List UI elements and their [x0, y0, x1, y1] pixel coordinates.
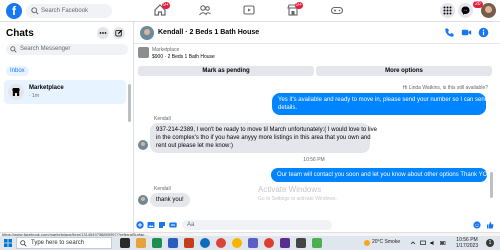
activate-windows-subtitle: Go to Settings to activate Windows.: [258, 196, 337, 202]
sender-name: Kendall: [154, 116, 171, 122]
listing-detail: $900 · 2 Beds 1 Bath House: [152, 54, 215, 60]
network-icon[interactable]: [420, 240, 426, 246]
sidebar-scrollbar[interactable]: [128, 84, 131, 122]
top-navigation-bar: f Search Facebook 9+ 9+ 20: [0, 0, 500, 22]
outgoing-message[interactable]: Our team will contact you soon and let y…: [271, 168, 492, 182]
message-line: in the complex's tho if you have anyyy m…: [156, 135, 371, 141]
search-icon: [20, 240, 27, 247]
powerpoint-icon[interactable]: [184, 238, 194, 248]
message-input[interactable]: Aa: [182, 220, 332, 230]
like-icon[interactable]: [486, 221, 494, 229]
marketplace-badge: 9+: [295, 2, 303, 9]
phone-icon[interactable]: [444, 27, 455, 38]
conversation-time: · 1m: [29, 93, 39, 99]
tab-inbox[interactable]: Inbox: [6, 66, 29, 76]
video-call-icon[interactable]: [461, 27, 472, 38]
app-icon-red[interactable]: [264, 238, 274, 248]
grid-icon: [443, 6, 452, 15]
new-message-button[interactable]: [113, 27, 125, 39]
listing-thumbnail: [138, 47, 149, 58]
more-options-button[interactable]: More options: [316, 66, 492, 76]
menu-grid-button[interactable]: [440, 3, 455, 18]
conversation-marketplace[interactable]: Marketplace · 1m: [4, 80, 126, 104]
earlier-message-preview: Hi Linda Watkins, is this still availabl…: [402, 85, 488, 91]
messenger-search-placeholder: Search Messenger: [20, 46, 71, 52]
weather-text[interactable]: 20°C Smoke: [372, 239, 400, 245]
search-placeholder: Search Facebook: [41, 8, 89, 14]
activate-windows-title: Activate Windows: [258, 185, 322, 194]
kendall-avatar[interactable]: [138, 195, 148, 205]
chat-title[interactable]: Kendall · 2 Beds 1 Bath House: [158, 29, 259, 36]
marketplace-avatar: [8, 84, 24, 100]
messenger-search-input[interactable]: Search Messenger: [6, 44, 128, 55]
chevron-up-icon[interactable]: [410, 240, 416, 246]
teams-icon[interactable]: [248, 238, 258, 248]
chats-sidebar: Chats Search Messenger Inbox Marketplace…: [0, 22, 134, 232]
taskbar-clock[interactable]: 10:56 PM 1/17/2023: [454, 237, 480, 249]
conversation-name: Marketplace: [29, 85, 64, 91]
search-icon: [10, 46, 17, 53]
message-line: Yes it's available and ready to move in,…: [278, 97, 500, 103]
chat-scrollbar[interactable]: [490, 172, 493, 198]
word-icon[interactable]: [168, 238, 178, 248]
clock-date: 1/17/2023: [455, 243, 479, 249]
plus-icon[interactable]: [136, 221, 144, 229]
chrome-icon-2[interactable]: [232, 238, 242, 248]
message-timestamp: 10:56 PM: [303, 157, 325, 163]
friends-icon[interactable]: [198, 3, 212, 17]
sticker-icon[interactable]: [158, 221, 166, 229]
mark-as-pending-button[interactable]: Mark as pending: [138, 66, 314, 76]
kendall-avatar[interactable]: [138, 140, 148, 150]
marketplace-listing-card[interactable]: Marketplace $900 · 2 Beds 1 Bath House: [138, 46, 492, 64]
taskbar-search-placeholder: Type here to search: [31, 240, 85, 246]
chat-header: Kendall · 2 Beds 1 Bath House: [134, 22, 500, 44]
outgoing-message[interactable]: Yes it's available and ready to move in,…: [272, 93, 500, 115]
search-icon: [31, 7, 39, 15]
excel-icon[interactable]: [152, 238, 162, 248]
compose-icon: [115, 29, 123, 37]
windows-taskbar: Type here to search 20°C Smoke 10:56 PM …: [0, 236, 500, 250]
notification-badge: 20: [473, 1, 483, 8]
incoming-message[interactable]: 937-214-2389, I won't be ready to move t…: [150, 123, 377, 153]
video-icon[interactable]: [242, 3, 256, 17]
storefront-icon: [12, 88, 20, 96]
chrome-icon[interactable]: [216, 238, 226, 248]
messenger-button[interactable]: [458, 3, 473, 18]
windows-start-icon[interactable]: [4, 239, 12, 247]
file-explorer-icon[interactable]: [136, 238, 146, 248]
gaming-icon[interactable]: [330, 3, 344, 17]
notification-center-icon[interactable]: 1: [486, 239, 494, 247]
app-icon-green[interactable]: [312, 238, 322, 248]
messenger-icon: [461, 6, 470, 15]
weather-icon[interactable]: [364, 240, 370, 246]
chats-options-button[interactable]: [97, 27, 109, 39]
listing-label: Marketplace: [152, 47, 180, 53]
app-icon-dark[interactable]: [296, 238, 306, 248]
emoji-icon[interactable]: [473, 221, 481, 229]
info-icon[interactable]: [478, 27, 489, 38]
message-line: 937-214-2389, I won't be ready to move t…: [156, 127, 377, 133]
sender-name: Kendall: [154, 186, 171, 192]
gif-icon[interactable]: [169, 221, 177, 229]
contact-avatar[interactable]: [140, 26, 154, 40]
chats-title: Chats: [6, 28, 34, 39]
facebook-search-input[interactable]: Search Facebook: [26, 4, 112, 18]
edge-icon[interactable]: [200, 238, 210, 248]
volume-icon[interactable]: [430, 240, 436, 246]
facebook-logo[interactable]: f: [6, 3, 22, 19]
app-icon-purple[interactable]: [280, 238, 290, 248]
message-input-placeholder: Aa: [187, 222, 195, 228]
message-line: details.: [278, 105, 298, 111]
image-icon[interactable]: [147, 221, 155, 229]
message-composer: Aa: [134, 218, 500, 232]
home-badge: 9+: [162, 2, 170, 9]
message-line: rent out please let me know:): [156, 143, 234, 149]
taskbar-search-input[interactable]: Type here to search: [16, 237, 112, 249]
account-avatar[interactable]: [481, 3, 496, 18]
battery-icon[interactable]: [440, 240, 446, 246]
task-view-icon[interactable]: [120, 238, 130, 248]
incoming-message[interactable]: thank you!: [150, 193, 190, 207]
more-icon: [99, 32, 107, 34]
